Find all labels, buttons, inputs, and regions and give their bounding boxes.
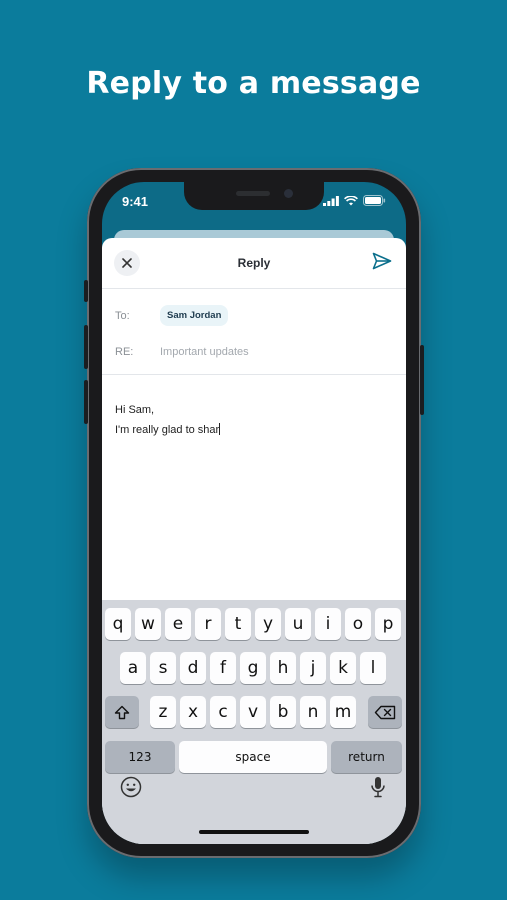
key-e[interactable]: e [165,608,191,640]
battery-icon [363,195,386,206]
microphone-icon[interactable] [370,776,386,798]
return-key[interactable]: return [331,741,402,773]
delete-key[interactable] [368,696,402,728]
home-indicator[interactable] [199,830,309,834]
key-s[interactable]: s [150,652,176,684]
status-icons [323,195,386,206]
key-y[interactable]: y [255,608,281,640]
key-n[interactable]: n [300,696,326,728]
phone-screen: 9:41 Reply To: Sam Jordan RE: Important … [102,182,406,844]
compose-header: Reply [102,238,406,289]
key-g[interactable]: g [240,652,266,684]
speaker-grille [236,191,270,196]
key-p[interactable]: p [375,608,401,640]
key-t[interactable]: t [225,608,251,640]
backspace-icon [374,705,396,719]
send-icon [372,252,392,270]
subject-field[interactable]: RE: Important updates [102,332,406,368]
shift-icon [114,705,130,719]
message-body[interactable]: Hi Sam, I'm really glad to shar [115,400,221,440]
signal-icon [323,195,339,206]
wifi-icon [344,195,358,205]
phone-power-button [420,345,424,415]
text-caret [219,423,221,435]
compose-title: Reply [237,256,271,270]
re-label: RE: [115,346,134,358]
key-w[interactable]: w [135,608,161,640]
status-time: 9:41 [122,194,149,209]
space-key[interactable]: space [179,741,327,773]
key-d[interactable]: d [180,652,206,684]
phone-volume-down [84,380,88,424]
keyboard: q w e r t y u i o p a s d f g h j k l z … [102,600,406,844]
message-line-2: I'm really glad to shar [115,420,221,440]
numbers-key[interactable]: 123 [105,741,175,773]
front-camera [284,189,293,198]
key-a[interactable]: a [120,652,146,684]
header-divider [102,374,406,375]
notch [184,182,324,210]
keyboard-row-1: q w e r t y u i o p [102,608,406,640]
key-j[interactable]: j [300,652,326,684]
key-v[interactable]: v [240,696,266,728]
keyboard-row-2: a s d f g h j k l [102,652,406,684]
key-b[interactable]: b [270,696,296,728]
key-l[interactable]: l [360,652,386,684]
phone-side-button [84,280,88,302]
to-field[interactable]: To: Sam Jordan [102,296,406,332]
key-k[interactable]: k [330,652,356,684]
send-button[interactable] [372,252,392,275]
keyboard-row-3: z x c v b n m [102,696,406,728]
shift-key[interactable] [105,696,139,728]
key-u[interactable]: u [285,608,311,640]
keyboard-row-4: 123 space return [102,741,406,773]
key-c[interactable]: c [210,696,236,728]
message-line-2-text: I'm really glad to shar [115,424,220,436]
key-x[interactable]: x [180,696,206,728]
phone-volume-up [84,325,88,369]
key-z[interactable]: z [150,696,176,728]
key-q[interactable]: q [105,608,131,640]
key-h[interactable]: h [270,652,296,684]
message-line-1: Hi Sam, [115,404,155,416]
key-o[interactable]: o [345,608,371,640]
key-r[interactable]: r [195,608,221,640]
key-f[interactable]: f [210,652,236,684]
emoji-icon[interactable] [120,776,142,798]
subject-value: Important updates [160,346,249,358]
to-label: To: [115,310,130,322]
recipient-chip[interactable]: Sam Jordan [160,305,229,326]
headline: Reply to a message [86,66,421,101]
key-i[interactable]: i [315,608,341,640]
key-m[interactable]: m [330,696,356,728]
